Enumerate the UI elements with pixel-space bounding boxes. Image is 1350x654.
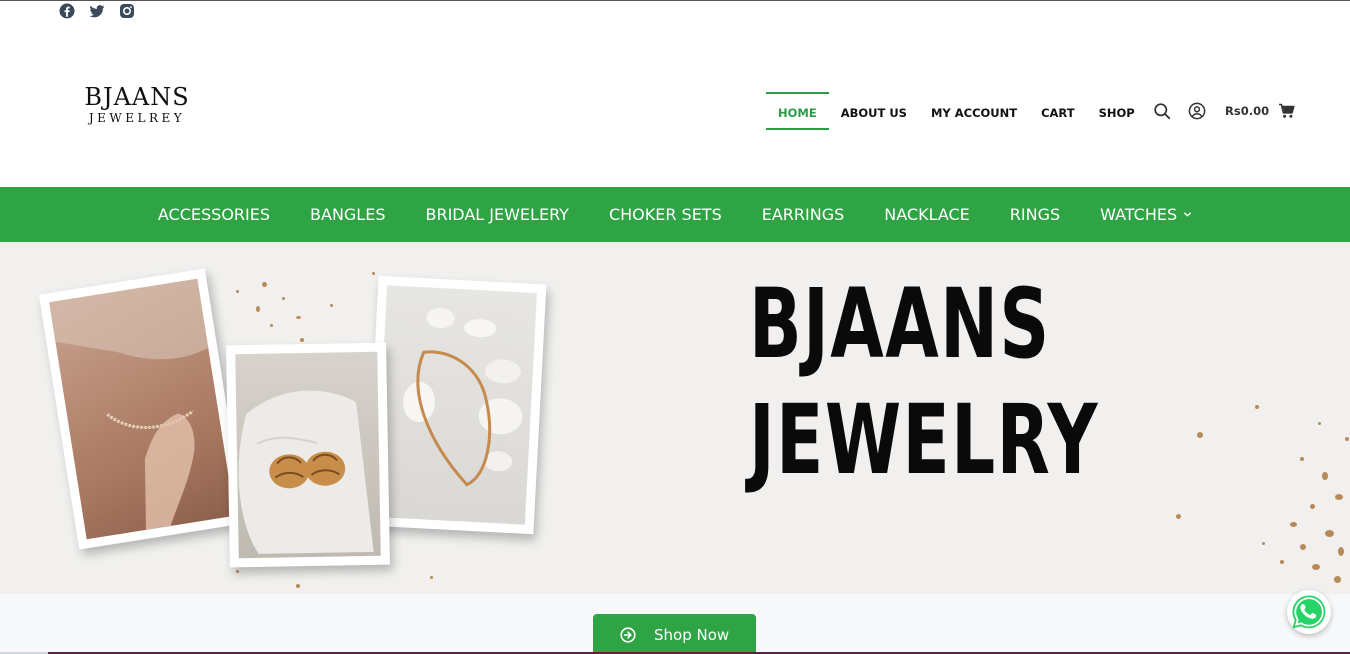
decor-speck: [1325, 530, 1334, 537]
gold-chain-on-stones-photo: [365, 275, 547, 535]
hero-title: BJAANS JEWELRY: [749, 266, 1100, 498]
whatsapp-chat-button[interactable]: [1287, 590, 1331, 634]
chain-illustration: [403, 308, 523, 487]
decor-speck: [1322, 472, 1328, 480]
earrings-illustration: [238, 390, 374, 554]
header-tools: Rs0.00: [1153, 101, 1296, 121]
cart-icon[interactable]: [1278, 102, 1296, 120]
decor-speck: [1310, 504, 1315, 509]
decor-speck: [296, 316, 301, 319]
necklace-illustration: [49, 278, 209, 530]
category-label: NACKLACE: [884, 205, 970, 224]
category-accessories[interactable]: ACCESSORIES: [138, 187, 290, 242]
category-watches[interactable]: WATCHES: [1080, 187, 1212, 242]
decor-speck: [1312, 564, 1320, 570]
decor-speck: [1290, 522, 1297, 527]
decor-speck: [1338, 547, 1344, 556]
logo-line-1: BJAANS: [84, 83, 190, 111]
decor-speck: [1335, 494, 1343, 500]
search-icon[interactable]: [1153, 102, 1171, 120]
category-nav: ACCESSORIES BANGLES BRIDAL JEWELERY CHOK…: [0, 187, 1350, 242]
decor-speck: [236, 290, 239, 293]
whatsapp-icon: [1292, 595, 1326, 629]
page: BJAANS JEWELREY HOME ABOUT US MY ACCOUNT…: [0, 0, 1350, 654]
category-choker-sets[interactable]: CHOKER SETS: [589, 187, 742, 242]
category-label: CHOKER SETS: [608, 205, 722, 224]
decor-speck: [282, 297, 285, 300]
decor-speck: [1334, 576, 1341, 583]
necklace-on-neck-photo: [38, 268, 246, 550]
decor-speck: [262, 282, 267, 287]
decor-speck: [256, 306, 260, 312]
category-earrings[interactable]: EARRINGS: [742, 187, 865, 242]
decor-speck: [1300, 544, 1306, 550]
category-rings[interactable]: RINGS: [990, 187, 1080, 242]
decor-speck: [330, 304, 333, 307]
category-label: EARRINGS: [761, 205, 845, 224]
decor-speck: [1262, 542, 1265, 545]
category-label: WATCHES: [1100, 205, 1178, 224]
cart-total[interactable]: Rs0.00: [1225, 104, 1269, 118]
hero-title-line-2: JEWELRY: [749, 384, 1100, 496]
decor-speck: [1197, 432, 1203, 438]
decor-speck: [372, 272, 375, 275]
shop-now-button[interactable]: Shop Now: [593, 614, 756, 654]
category-nacklace[interactable]: NACKLACE: [864, 187, 990, 242]
nav-my-account[interactable]: MY ACCOUNT: [919, 92, 1029, 130]
decor-speck: [300, 338, 304, 342]
category-label: BRIDAL JEWELERY: [425, 205, 569, 224]
social-links: [59, 3, 135, 19]
category-label: ACCESSORIES: [157, 205, 271, 224]
site-logo[interactable]: BJAANS JEWELREY: [82, 85, 192, 126]
gold-earrings-on-rock-photo: [226, 342, 390, 568]
category-label: BANGLES: [310, 205, 386, 224]
main-nav: HOME ABOUT US MY ACCOUNT CART SHOP: [766, 92, 1147, 130]
decor-speck: [1345, 437, 1349, 441]
decor-speck: [1300, 457, 1304, 461]
nav-cart[interactable]: CART: [1029, 92, 1087, 130]
decor-speck: [1255, 405, 1259, 409]
shop-now-label: Shop Now: [654, 625, 730, 644]
category-bridal-jewelery[interactable]: BRIDAL JEWELERY: [405, 187, 588, 242]
user-account-icon[interactable]: [1188, 102, 1206, 120]
category-label: RINGS: [1009, 205, 1061, 224]
facebook-icon[interactable]: [59, 3, 75, 19]
logo-line-2: JEWELREY: [88, 111, 186, 125]
decor-speck: [270, 324, 273, 327]
decor-speck: [430, 576, 433, 579]
decor-speck: [1318, 422, 1321, 425]
chevron-down-icon: [1184, 212, 1191, 217]
twitter-icon[interactable]: [89, 3, 105, 19]
decor-speck: [296, 584, 300, 588]
hero-banner: BJAANS JEWELRY: [0, 242, 1350, 594]
category-bangles[interactable]: BANGLES: [290, 187, 405, 242]
hero-title-line-1: BJAANS: [749, 268, 1051, 380]
nav-shop[interactable]: SHOP: [1087, 92, 1147, 130]
arrow-circle-right-icon: [620, 626, 636, 643]
decor-speck: [236, 570, 239, 573]
nav-about-us[interactable]: ABOUT US: [829, 92, 919, 130]
decor-speck: [1176, 514, 1181, 519]
nav-home[interactable]: HOME: [766, 92, 829, 130]
instagram-icon[interactable]: [119, 3, 135, 19]
decor-speck: [1280, 560, 1284, 564]
